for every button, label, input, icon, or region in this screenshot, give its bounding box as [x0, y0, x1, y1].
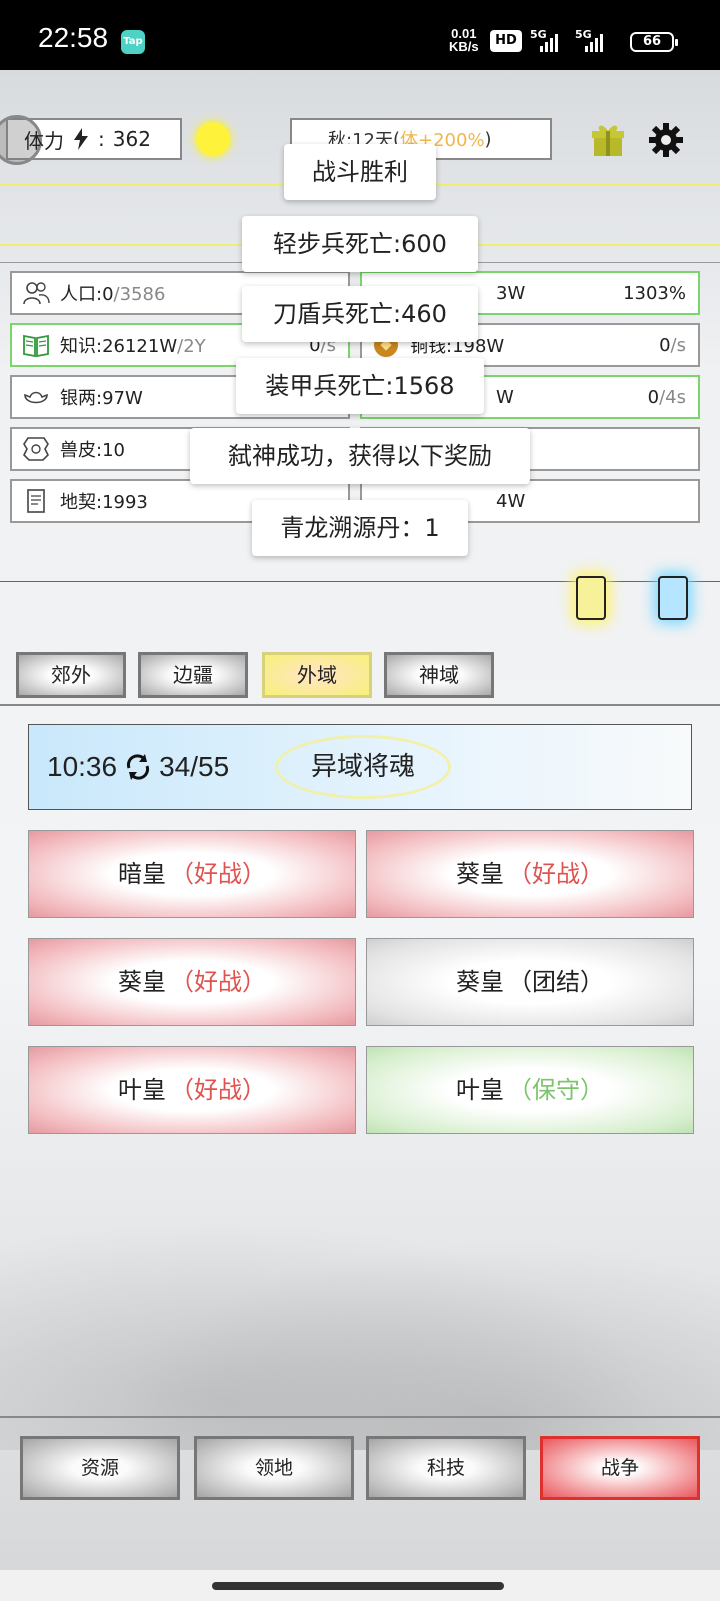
- stamina-value: 362: [112, 127, 151, 151]
- deed-scroll-icon: [27, 489, 45, 513]
- signal-1-icon: 5G: [530, 28, 570, 54]
- copper-rate-unit: /s: [670, 335, 686, 356]
- deed-label: 地契:1993: [60, 492, 148, 513]
- enemy-name: 葵皇: [456, 968, 504, 996]
- taptap-icon: Tap: [121, 30, 145, 54]
- copper-rate: 0: [659, 335, 671, 356]
- hd-voice-icon: HD: [490, 30, 522, 52]
- toast-reward-item: 青龙溯源丹：1: [252, 500, 468, 556]
- knowledge-suffix: /2Y: [177, 336, 206, 357]
- row5-right-value: 4W: [496, 490, 526, 512]
- stamina-box: 体力 : 362: [0, 115, 182, 165]
- tab-divine-domain[interactable]: 神域: [384, 652, 494, 698]
- refresh-clock: 10:36 34/55: [47, 751, 229, 783]
- nav-tech-button[interactable]: 科技: [366, 1436, 526, 1500]
- knowledge-label: 知识:26121W: [60, 336, 178, 357]
- enemy-name: 暗皇: [118, 860, 166, 888]
- status-time: 22:58: [38, 22, 109, 53]
- enemy-trait: （好战）: [170, 968, 266, 996]
- toast-armor-deaths: 装甲兵死亡:1568: [236, 358, 484, 414]
- background-mist: [0, 1190, 720, 1450]
- row3-right-value: W: [496, 386, 514, 408]
- enemy-name: 叶皇: [118, 1076, 166, 1104]
- stamina-label: 体力: [24, 128, 64, 153]
- refresh-icon[interactable]: [123, 752, 153, 782]
- enemy-card[interactable]: 叶皇 （好战）: [28, 1046, 356, 1134]
- enemy-card[interactable]: 葵皇 （好战）: [28, 938, 356, 1026]
- refresh-time: 10:36: [47, 751, 118, 782]
- nav-war-button[interactable]: 战争: [540, 1436, 700, 1500]
- toast-reward-header: 弑神成功，获得以下奖励: [190, 428, 530, 484]
- population-label: 人口:0: [60, 284, 114, 305]
- row3-right-rate-unit: /4s: [659, 387, 686, 408]
- status-bar: 22:58 Tap 0.01 KB/s HD 5G 5G 66: [0, 0, 720, 70]
- enemy-trait: （好战）: [170, 860, 266, 888]
- top-right-percent: 1303%: [623, 283, 686, 304]
- tab-frontier[interactable]: 边疆: [138, 652, 248, 698]
- foreign-general-soul-button[interactable]: 异域将魂: [275, 735, 451, 799]
- people-icon: [23, 282, 50, 305]
- enemy-card[interactable]: 暗皇 （好战）: [28, 830, 356, 918]
- enemy-card[interactable]: 葵皇 （好战）: [366, 830, 694, 918]
- enemy-trait: （保守）: [508, 1076, 604, 1104]
- top-right-value: 3W: [496, 282, 526, 304]
- battery-icon: 66: [630, 32, 678, 52]
- network-speed-unit: KB/s: [449, 39, 479, 54]
- nav-territory-button[interactable]: 领地: [194, 1436, 354, 1500]
- blue-card-icon[interactable]: [658, 576, 688, 620]
- tab-outskirts[interactable]: 郊外: [16, 652, 126, 698]
- nav-resources-button[interactable]: 资源: [20, 1436, 180, 1500]
- tab-foreign-domain[interactable]: 外域: [262, 652, 372, 698]
- enemy-card[interactable]: 叶皇 （保守）: [366, 1046, 694, 1134]
- signal-2-icon: 5G: [575, 28, 615, 54]
- refresh-timer-panel: 10:36 34/55 异域将魂: [28, 724, 692, 810]
- toast-battle-victory: 战斗胜利: [284, 144, 436, 200]
- network-speed: 0.01 KB/s: [449, 27, 479, 53]
- silver-ingot-icon: [24, 391, 48, 404]
- enemy-trait: （好战）: [508, 860, 604, 888]
- enemy-name: 葵皇: [456, 860, 504, 888]
- toast-shield-deaths: 刀盾兵死亡:460: [242, 286, 478, 342]
- bottom-nav: 资源 领地 科技 战争: [0, 1416, 720, 1570]
- tabs-divider: [0, 704, 720, 706]
- toast-infantry-deaths: 轻步兵死亡:600: [242, 216, 478, 272]
- sun-icon: [196, 122, 230, 156]
- refresh-progress: 34/55: [159, 751, 230, 782]
- silver-label: 银两:97W: [60, 388, 143, 409]
- hide-label: 兽皮:10: [60, 440, 125, 461]
- yellow-card-icon[interactable]: [576, 576, 606, 620]
- enemy-name: 叶皇: [456, 1076, 504, 1104]
- lightning-icon: [74, 128, 88, 150]
- enemy-trait: （好战）: [170, 1076, 266, 1104]
- enemy-name: 葵皇: [118, 968, 166, 996]
- population-max: /3586: [113, 284, 166, 305]
- book-icon: [23, 334, 49, 358]
- row3-right-rate: 0: [647, 387, 660, 408]
- beast-hide-icon: [23, 437, 49, 461]
- enemy-trait: （团结）: [508, 968, 604, 996]
- home-indicator[interactable]: [212, 1582, 504, 1590]
- gift-icon[interactable]: [590, 122, 626, 158]
- gear-icon[interactable]: [648, 122, 684, 158]
- enemy-card[interactable]: 葵皇 （团结）: [366, 938, 694, 1026]
